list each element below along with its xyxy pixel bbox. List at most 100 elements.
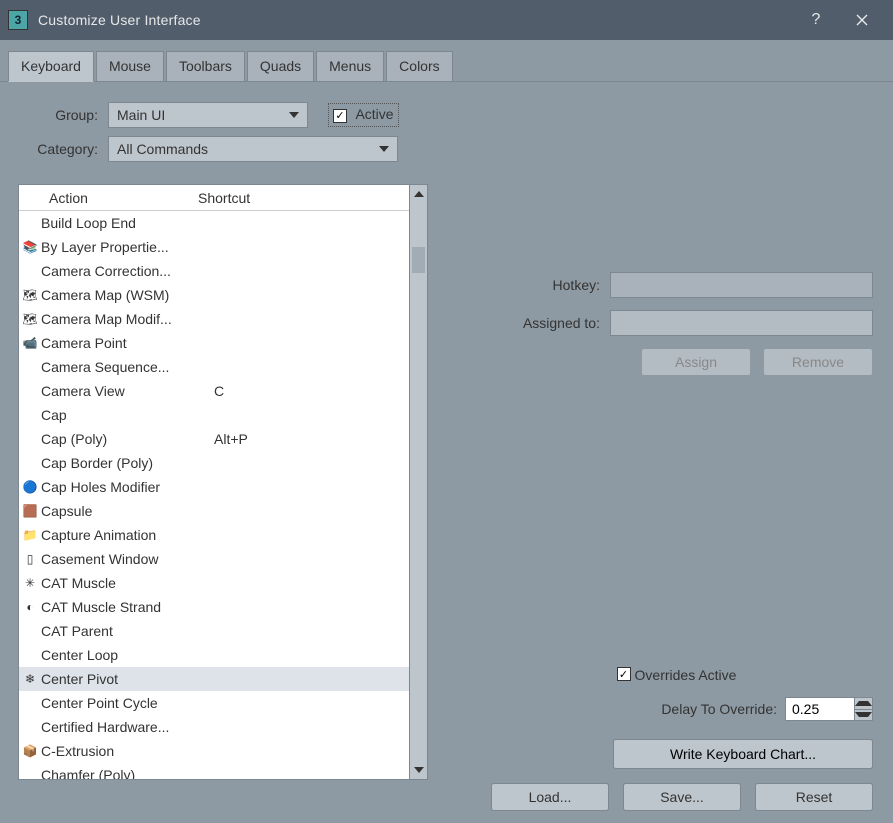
window-root: Customize User Interface ? KeyboardMouse… [0,0,893,823]
remove-button[interactable]: Remove [763,348,873,376]
delay-spinner[interactable]: 0.25 [785,697,873,721]
chevron-down-icon [414,767,424,773]
table-row[interactable]: Center Loop [19,643,409,667]
table-row[interactable]: ▯Casement Window [19,547,409,571]
assigned-display [610,310,873,336]
chevron-up-icon [414,191,424,197]
group-select[interactable]: Main UI [108,102,308,128]
tab-mouse[interactable]: Mouse [96,51,164,82]
group-label: Group: [18,107,108,123]
hotkey-label: Hotkey: [480,277,610,293]
table-row[interactable]: Build Loop End [19,211,409,235]
active-checkbox-wrap[interactable]: ✓ Active [328,103,399,127]
save-button[interactable]: Save... [623,783,741,811]
action-name: Chamfer (Poly) [39,767,214,779]
table-row[interactable]: ❄Center Pivot [19,667,409,691]
column-shortcut[interactable]: Shortcut [194,190,409,206]
chevron-down-icon [289,112,299,118]
action-name: CAT Parent [39,623,214,639]
table-row[interactable]: 🔵Cap Holes Modifier [19,475,409,499]
action-name: Camera View [39,383,214,399]
action-name: By Layer Propertie... [39,239,214,255]
category-value: All Commands [117,141,208,157]
table-row[interactable]: Camera Sequence... [19,355,409,379]
close-button[interactable] [839,0,885,40]
action-shortcut: C [214,383,409,399]
row-icon: 📹 [21,336,39,350]
reset-button[interactable]: Reset [755,783,873,811]
scrollbar[interactable] [409,185,427,779]
titlebar: Customize User Interface ? [0,0,893,40]
assigned-label: Assigned to: [480,315,610,331]
tab-keyboard[interactable]: Keyboard [8,51,94,82]
table-row[interactable]: Cap Border (Poly) [19,451,409,475]
table-row[interactable]: Cap [19,403,409,427]
table-row[interactable]: 🟫Capsule [19,499,409,523]
table-row[interactable]: Certified Hardware... [19,715,409,739]
table-row[interactable]: CAT Parent [19,619,409,643]
tab-colors[interactable]: Colors [386,51,452,82]
row-icon: 📁 [21,528,39,542]
action-name: Cap (Poly) [39,431,214,447]
tab-quads[interactable]: Quads [247,51,314,82]
table-row[interactable]: 📹Camera Point [19,331,409,355]
row-icon: 🔵 [21,480,39,494]
group-value: Main UI [117,107,165,123]
delay-label: Delay To Override: [661,701,777,717]
table-row[interactable]: 📦C-Extrusion [19,739,409,763]
tab-menus[interactable]: Menus [316,51,384,82]
row-icon: 🗺 [21,288,39,302]
table-row[interactable]: ✳CAT Muscle [19,571,409,595]
row-icon: 📦 [21,744,39,758]
assign-button[interactable]: Assign [641,348,751,376]
category-select[interactable]: All Commands [108,136,398,162]
action-name: Capsule [39,503,214,519]
scroll-thumb[interactable] [412,247,425,273]
delay-value[interactable]: 0.25 [785,697,855,721]
active-label: Active [355,106,393,122]
table-row[interactable]: Camera Correction... [19,259,409,283]
scroll-up-button[interactable] [410,185,427,203]
table-row[interactable]: Chamfer (Poly) [19,763,409,779]
table-row[interactable]: Cap (Poly)Alt+P [19,427,409,451]
action-name: Capture Animation [39,527,214,543]
tab-toolbars[interactable]: Toolbars [166,51,245,82]
action-name: Center Point Cycle [39,695,214,711]
left-panel: Group: Main UI ✓ Active Category: All Co… [18,102,428,780]
action-name: Casement Window [39,551,214,567]
action-name: CAT Muscle [39,575,214,591]
row-icon: ✳ [21,576,39,590]
table-row[interactable]: Center Point Cycle [19,691,409,715]
close-icon [856,14,868,26]
active-checkbox[interactable]: ✓ [333,109,347,123]
table-header: Action Shortcut [19,185,409,211]
row-icon: ◐ [21,600,39,614]
action-name: Camera Point [39,335,214,351]
action-name: Camera Map (WSM) [39,287,214,303]
chevron-up-icon [855,701,872,706]
scroll-down-button[interactable] [410,761,427,779]
action-name: Center Loop [39,647,214,663]
write-keyboard-chart-button[interactable]: Write Keyboard Chart... [613,739,873,769]
table-row[interactable]: 📚By Layer Propertie... [19,235,409,259]
table-row[interactable]: 🗺Camera Map (WSM) [19,283,409,307]
table-row[interactable]: Camera ViewC [19,379,409,403]
category-label: Category: [18,141,108,157]
table-row[interactable]: ◐CAT Muscle Strand [19,595,409,619]
column-action[interactable]: Action [19,190,194,206]
spinner-down[interactable] [855,710,872,721]
row-icon: 📚 [21,240,39,254]
table-row[interactable]: 📁Capture Animation [19,523,409,547]
help-button[interactable]: ? [793,0,839,40]
load-button[interactable]: Load... [491,783,609,811]
app-icon [8,10,28,30]
action-name: Camera Correction... [39,263,214,279]
right-panel: Hotkey: Assigned to: Assign Remove ✓ Ove… [480,102,873,811]
overrides-checkbox[interactable]: ✓ [617,667,631,681]
action-name: Camera Map Modif... [39,311,214,327]
spinner-up[interactable] [855,698,872,710]
row-icon: 🟫 [21,504,39,518]
action-name: CAT Muscle Strand [39,599,214,615]
hotkey-input[interactable] [610,272,873,298]
table-row[interactable]: 🗺Camera Map Modif... [19,307,409,331]
